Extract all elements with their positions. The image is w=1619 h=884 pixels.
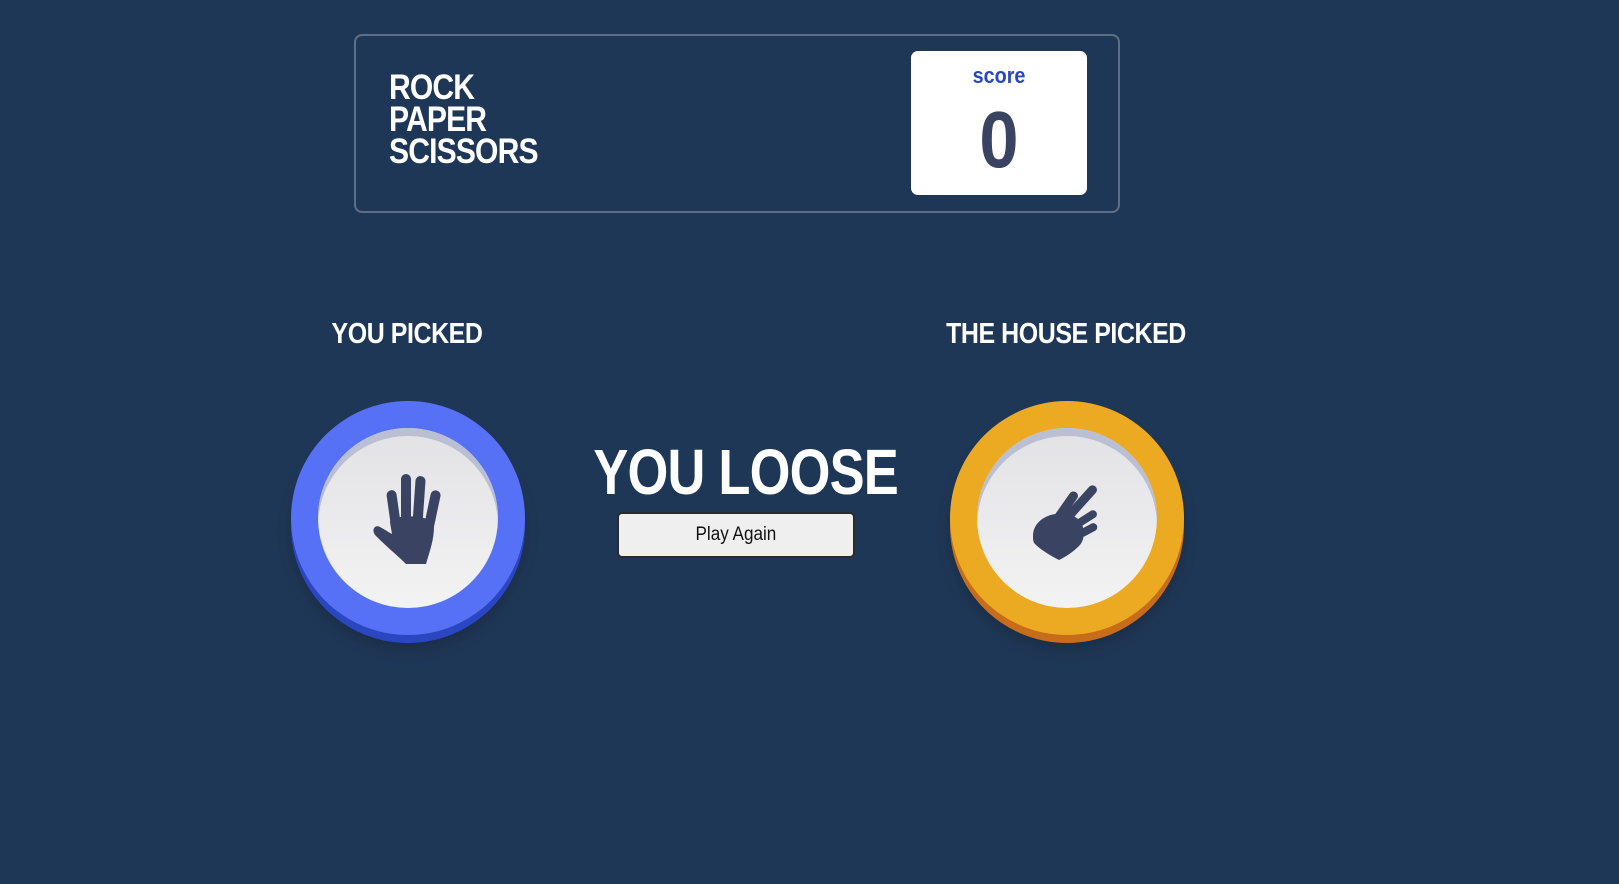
title-line-scissors: SCISSORS bbox=[389, 132, 539, 171]
game-header: ROCK PAPER SCISSORS score 0 bbox=[354, 34, 1120, 213]
house-pick-scissors-token bbox=[950, 401, 1184, 635]
game-title: ROCK PAPER SCISSORS bbox=[389, 70, 539, 171]
token-inner bbox=[977, 428, 1157, 608]
play-again-button[interactable]: Play Again bbox=[617, 512, 855, 558]
you-picked-label: YOU PICKED bbox=[331, 318, 483, 350]
score-box: score 0 bbox=[911, 51, 1087, 195]
play-again-label: Play Again bbox=[695, 524, 777, 545]
house-picked-label: THE HOUSE PICKED bbox=[946, 318, 1186, 350]
hand-paper-icon bbox=[373, 474, 441, 564]
player-pick-paper-token bbox=[291, 401, 525, 635]
score-value: 0 bbox=[979, 95, 1019, 184]
result-text: YOU LOOSE bbox=[593, 436, 898, 508]
token-inner bbox=[318, 428, 498, 608]
hand-scissors-icon bbox=[1033, 485, 1098, 560]
score-label: score bbox=[972, 63, 1026, 88]
